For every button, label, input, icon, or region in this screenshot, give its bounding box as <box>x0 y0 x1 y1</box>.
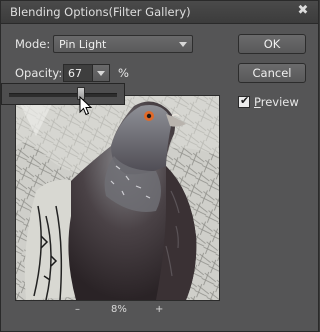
opacity-field[interactable]: 67 <box>63 64 93 82</box>
ok-button[interactable]: OK <box>238 34 306 54</box>
opacity-label: Opacity: <box>15 66 63 80</box>
pointer-cursor-icon <box>79 96 93 116</box>
checkmark-icon: ✔ <box>240 94 250 107</box>
opacity-unit: % <box>118 66 129 80</box>
opacity-slider-track[interactable] <box>9 93 117 97</box>
zoom-out-button[interactable]: – <box>75 304 80 315</box>
pigeon-photo <box>16 96 219 300</box>
title-bar[interactable]: Blending Options(Filter Gallery) ✖ <box>1 1 318 24</box>
mode-label: Mode: <box>15 37 51 51</box>
preview-image <box>15 95 220 301</box>
close-icon[interactable]: ✖ <box>296 4 310 18</box>
chevron-down-icon <box>179 42 187 47</box>
cancel-button[interactable]: Cancel <box>238 63 306 83</box>
dialog-title: Blending Options(Filter Gallery) <box>10 5 191 19</box>
blending-options-dialog: Blending Options(Filter Gallery) ✖ Mode:… <box>0 0 319 332</box>
opacity-slider-toggle[interactable] <box>92 64 110 82</box>
chevron-down-icon <box>97 71 105 76</box>
mode-dropdown[interactable]: Pin Light <box>53 35 193 53</box>
opacity-slider-popup <box>1 83 125 105</box>
zoom-in-button[interactable]: + <box>155 304 163 315</box>
zoom-level: 8% <box>111 304 127 315</box>
preview-checkbox[interactable]: ✔ <box>238 94 250 108</box>
preview-label[interactable]: Preview <box>254 95 299 109</box>
mode-value: Pin Light <box>59 38 107 51</box>
